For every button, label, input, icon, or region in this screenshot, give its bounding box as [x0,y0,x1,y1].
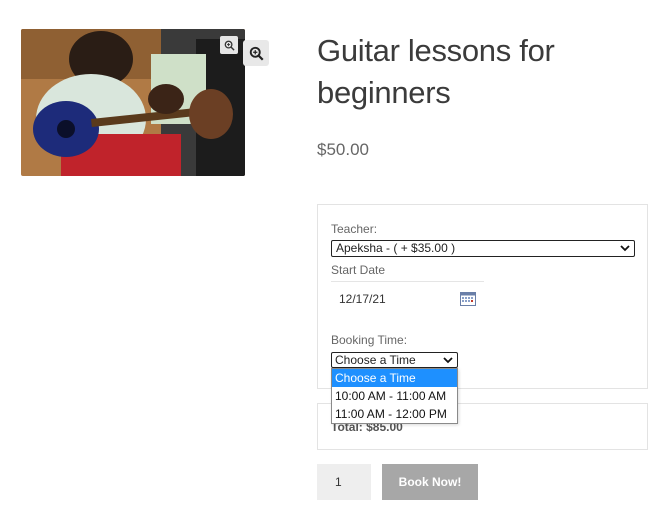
dropdown-option[interactable]: 10:00 AM - 11:00 AM [332,387,457,405]
chevron-down-icon [620,245,630,252]
dropdown-option[interactable]: 11:00 AM - 12:00 PM [332,405,457,423]
magnifier-icon [224,40,235,51]
magnifier-icon [249,46,264,61]
zoom-small-icon[interactable] [220,36,238,54]
product-title: Guitar lessons for beginners [317,33,555,110]
booking-time-value: Choose a Time [335,353,416,367]
teacher-select[interactable]: Apeksha - ( + $35.00 ) [331,240,635,257]
quantity-input[interactable]: 1 [317,464,371,500]
date-divider [331,281,484,282]
teacher-select-value: Apeksha - ( + $35.00 ) [336,241,456,255]
product-price: $50.00 [317,140,369,159]
start-date-label: Start Date [331,263,386,277]
zoom-in-icon[interactable] [243,40,269,66]
book-now-button[interactable]: Book Now! [382,464,478,500]
product-image[interactable] [21,29,245,176]
booking-time-dropdown[interactable]: Choose a Time 10:00 AM - 11:00 AM 11:00 … [331,368,458,424]
calendar-icon[interactable] [460,291,476,306]
start-date-input[interactable]: 12/17/21 [339,292,386,306]
booking-time-label: Booking Time: [331,333,408,347]
dropdown-option[interactable]: Choose a Time [332,369,457,387]
chevron-down-icon [443,357,453,364]
teacher-label: Teacher: [331,222,378,236]
product-photo [21,29,245,176]
booking-form: Teacher: Apeksha - ( + $35.00 ) Start Da… [317,204,648,389]
booking-time-select[interactable]: Choose a Time [331,352,458,368]
